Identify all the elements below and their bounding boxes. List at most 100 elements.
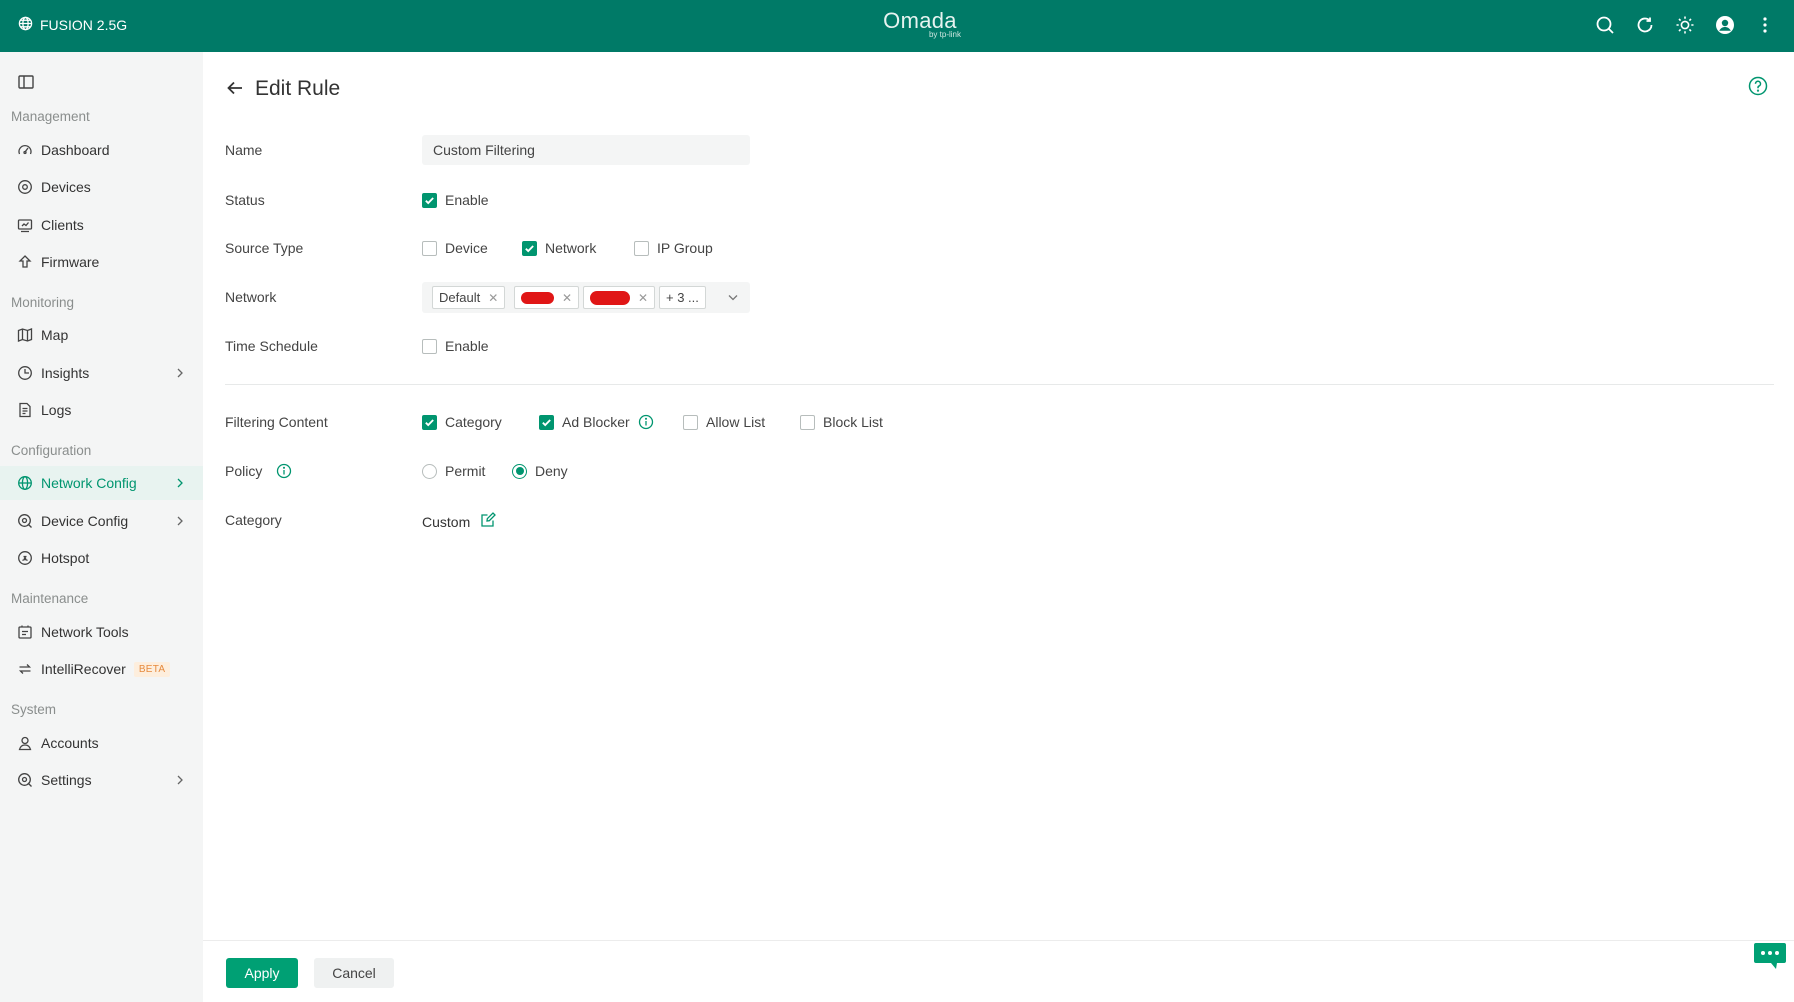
site-selector[interactable]: FUSION 2.5G — [18, 16, 127, 34]
sidebar-item-insights[interactable]: Insights — [0, 356, 203, 390]
label-category: Category — [225, 512, 282, 528]
time-schedule-enable-checkbox[interactable]: Enable — [422, 338, 489, 354]
radio-selected-icon — [512, 463, 527, 479]
redaction-mark — [521, 291, 554, 304]
sidebar-item-label: Network Tools — [41, 624, 129, 640]
back-arrow-icon[interactable] — [225, 78, 245, 98]
insights-clock-icon — [16, 365, 33, 382]
filter-allow-list-label: Allow List — [706, 414, 766, 430]
sidebar-item-dashboard[interactable]: Dashboard — [0, 133, 203, 167]
tag-close-icon[interactable]: ✕ — [638, 291, 648, 305]
checkbox-unchecked-icon — [634, 240, 649, 256]
status-enable-checkbox[interactable]: Enable — [422, 192, 489, 208]
policy-permit-label: Permit — [445, 463, 486, 479]
cancel-button[interactable]: Cancel — [314, 958, 394, 988]
radio-unselected-icon — [422, 463, 437, 479]
sidebar-item-logs[interactable]: Logs — [0, 393, 203, 427]
label-name: Name — [225, 142, 263, 158]
sidebar-item-accounts[interactable]: Accounts — [0, 726, 203, 760]
checkbox-unchecked-icon — [800, 414, 815, 430]
hotspot-icon — [16, 550, 33, 567]
sidebar-item-device-config[interactable]: Device Config — [0, 504, 203, 538]
chevron-right-icon — [173, 366, 187, 380]
devices-icon — [16, 179, 33, 196]
filter-category-checkbox[interactable]: Category — [422, 414, 502, 430]
globe-icon — [18, 16, 33, 34]
edit-icon[interactable] — [480, 512, 497, 531]
category-value-text: Custom — [422, 513, 471, 530]
network-tools-icon — [16, 624, 33, 641]
apply-button[interactable]: Apply — [226, 958, 298, 988]
theme-sun-icon[interactable] — [1674, 14, 1696, 36]
sidebar-item-label: Logs — [41, 402, 72, 418]
avatar-icon[interactable] — [1714, 14, 1736, 36]
source-type-device-checkbox[interactable]: Device — [422, 240, 488, 256]
omada-logo: Omada by tp-link — [860, 10, 980, 39]
source-type-ip-group-label: IP Group — [657, 240, 713, 256]
network-tag-redacted: ✕ — [583, 286, 655, 309]
checkbox-unchecked-icon — [422, 240, 437, 256]
refresh-icon[interactable] — [1634, 14, 1656, 36]
network-tag-redacted: ✕ — [514, 286, 579, 309]
sidebar-item-intellirecover[interactable]: IntelliRecover BETA — [0, 652, 203, 686]
policy-permit-radio[interactable]: Permit — [422, 463, 485, 479]
label-source-type: Source Type — [225, 240, 304, 256]
source-type-ip-group-checkbox[interactable]: IP Group — [634, 240, 713, 256]
filter-ad-blocker-checkbox[interactable]: Ad Blocker — [539, 414, 654, 430]
sidebar-item-network-config[interactable]: Network Config — [0, 466, 203, 500]
filter-allow-list-checkbox[interactable]: Allow List — [683, 414, 765, 430]
sidebar-item-hotspot[interactable]: Hotspot — [0, 541, 203, 575]
label-status: Status — [225, 192, 265, 208]
top-bar: FUSION 2.5G Omada by tp-link — [0, 0, 1794, 52]
tag-close-icon[interactable]: ✕ — [562, 291, 572, 305]
sidebar-item-label: Accounts — [41, 735, 99, 751]
sidebar-item-network-tools[interactable]: Network Tools — [0, 615, 203, 649]
sidebar-item-firmware[interactable]: Firmware — [0, 245, 203, 279]
beta-badge: BETA — [133, 661, 171, 677]
dashboard-gauge-icon — [16, 142, 33, 159]
sidebar-item-label: Dashboard — [41, 142, 110, 158]
main-content: Edit Rule Name Status Enable Source Type… — [203, 52, 1794, 1002]
site-name: FUSION 2.5G — [40, 17, 128, 33]
chevron-down-icon[interactable] — [726, 290, 740, 304]
time-schedule-enable-label: Enable — [445, 338, 489, 354]
accounts-user-icon — [16, 735, 33, 752]
section-configuration: Configuration — [11, 443, 92, 458]
chevron-right-icon — [173, 476, 187, 490]
clients-monitor-icon — [16, 217, 33, 234]
checkbox-unchecked-icon — [683, 414, 698, 430]
source-type-network-checkbox[interactable]: Network — [522, 240, 596, 256]
tag-close-icon[interactable]: ✕ — [488, 291, 498, 305]
sidebar-item-clients[interactable]: Clients — [0, 208, 203, 242]
checkbox-checked-icon — [522, 240, 537, 256]
label-network: Network — [225, 289, 277, 305]
filter-block-list-label: Block List — [823, 414, 883, 430]
source-type-network-label: Network — [545, 240, 597, 256]
brand-name: Omada — [883, 8, 957, 33]
chat-support-icon[interactable] — [1753, 941, 1787, 971]
network-globe-icon — [16, 475, 33, 492]
help-icon[interactable] — [1748, 76, 1770, 98]
search-icon[interactable] — [1594, 14, 1616, 36]
sidebar-item-devices[interactable]: Devices — [0, 170, 203, 204]
policy-deny-radio[interactable]: Deny — [512, 463, 568, 479]
map-icon — [16, 327, 33, 344]
rule-name-input[interactable] — [422, 135, 750, 165]
checkbox-checked-icon — [422, 414, 437, 430]
filter-block-list-checkbox[interactable]: Block List — [800, 414, 883, 430]
sidebar-item-label: Network Config — [41, 475, 137, 491]
chevron-right-icon — [173, 773, 187, 787]
info-icon[interactable] — [638, 414, 654, 430]
section-management: Management — [11, 109, 90, 124]
sidebar-collapse-icon[interactable] — [17, 73, 35, 91]
network-multiselect[interactable]: Default ✕ ✕ ✕ + 3 ... — [422, 282, 750, 313]
filter-category-label: Category — [445, 414, 502, 430]
sidebar-item-label: Insights — [41, 365, 90, 381]
sidebar-item-map[interactable]: Map — [0, 318, 203, 352]
checkbox-checked-icon — [539, 414, 554, 430]
category-value: Custom — [422, 512, 497, 531]
intellirecover-sync-icon — [16, 661, 33, 678]
more-vertical-icon[interactable] — [1754, 14, 1776, 36]
info-icon[interactable] — [276, 463, 292, 479]
sidebar-item-settings[interactable]: Settings — [0, 763, 203, 797]
